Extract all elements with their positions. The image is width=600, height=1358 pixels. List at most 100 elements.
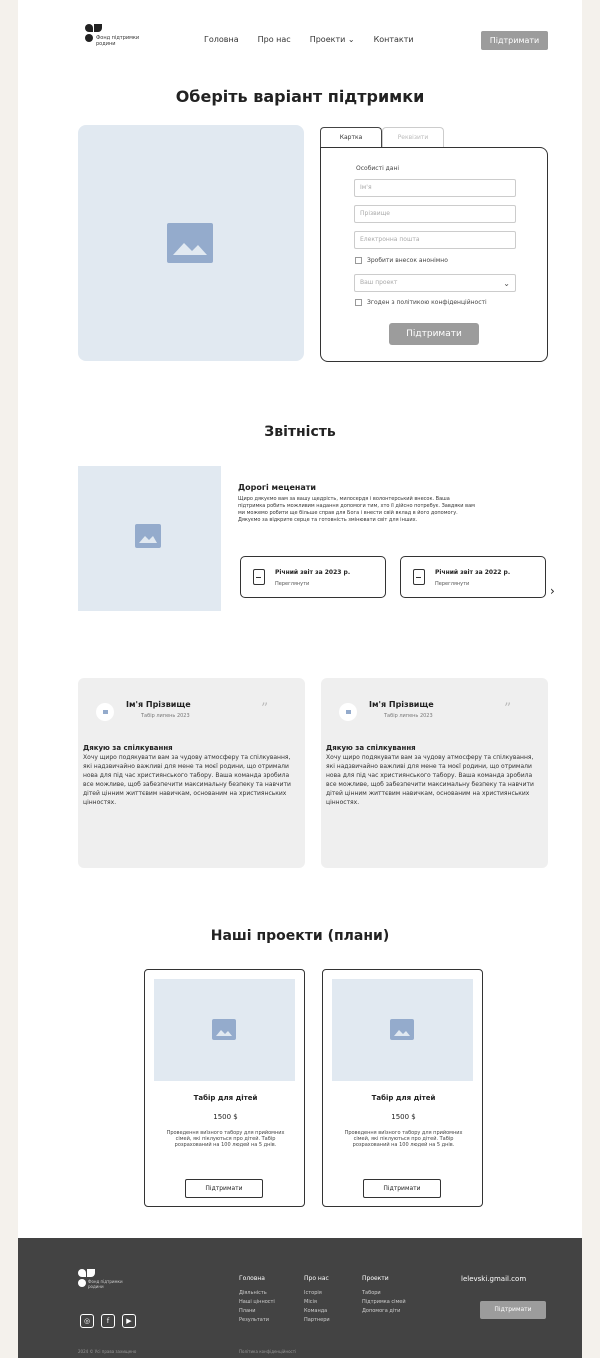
review-card: Ім'я Прізвище Табір липень 2023 ” Дякую … bbox=[321, 678, 548, 868]
privacy-label: Згоден з політикою конфіденційності bbox=[367, 299, 487, 306]
image-placeholder bbox=[78, 125, 304, 361]
footer-link[interactable]: Наші цінності bbox=[239, 1298, 275, 1307]
privacy-checkbox[interactable]: Згоден з політикою конфіденційності bbox=[355, 299, 487, 306]
submit-support-button[interactable]: Підтримати bbox=[389, 323, 479, 345]
footer-column-heading[interactable]: Проекти bbox=[362, 1275, 406, 1282]
logo-shape bbox=[87, 1269, 95, 1277]
main-nav: Головна Про нас Проекти ⌄ Контакти bbox=[204, 35, 414, 44]
footer: Фонд підтримки родини ◎ f ▶ Головна Діял… bbox=[18, 1238, 582, 1358]
project-select[interactable]: Ваш проект ⌄ bbox=[354, 274, 516, 292]
page: Фонд підтримки родини Головна Про нас Пр… bbox=[18, 0, 582, 1358]
quote-icon: ” bbox=[261, 701, 269, 717]
nav-home[interactable]: Головна bbox=[204, 35, 239, 44]
footer-logo-text: Фонд підтримки родини bbox=[88, 1279, 123, 1289]
nav-contacts[interactable]: Контакти bbox=[374, 35, 414, 44]
footer-column-projects: Проекти Табори Підтримка сімей Допомога … bbox=[362, 1275, 406, 1316]
image-icon bbox=[135, 524, 161, 548]
report-card-2023[interactable]: Річний звіт за 2023 р. Переглянути bbox=[240, 556, 386, 598]
image-placeholder bbox=[78, 466, 221, 611]
report-card-link[interactable]: Переглянути bbox=[275, 581, 309, 587]
project-card: Табір для дітей 1500 $ Проведення виїзно… bbox=[144, 969, 305, 1207]
personal-data-label: Особисті дані bbox=[356, 165, 400, 172]
project-title: Табір для дітей bbox=[193, 1094, 258, 1102]
privacy-policy-link[interactable]: Політика конфіденційності bbox=[239, 1349, 296, 1354]
chevron-down-icon: ⌄ bbox=[347, 35, 355, 44]
review-author: Ім'я Прізвище bbox=[369, 700, 434, 709]
footer-logo[interactable]: Фонд підтримки родини bbox=[78, 1269, 138, 1299]
logo-shape bbox=[85, 34, 93, 42]
review-heading: Дякую за спілкування bbox=[83, 744, 173, 752]
footer-column-main: Головна Діяльність Наші цінності Плани Р… bbox=[239, 1275, 275, 1325]
projects-title: Наші проекти (плани) bbox=[210, 928, 390, 944]
instagram-icon[interactable]: ◎ bbox=[80, 1314, 94, 1328]
footer-link[interactable]: Підтримка сімей bbox=[362, 1298, 406, 1307]
footer-email[interactable]: lelevski.gmail.com bbox=[461, 1275, 526, 1283]
project-price: 1500 $ bbox=[213, 1113, 238, 1121]
footer-link[interactable]: Партнери bbox=[304, 1316, 330, 1325]
copyright: 2024 © Усі права захищено bbox=[78, 1349, 137, 1354]
review-text: Хочу щиро подякувати вам за чудову атмос… bbox=[326, 754, 534, 806]
facebook-icon[interactable]: f bbox=[101, 1314, 115, 1328]
report-card-title: Річний звіт за 2023 р. bbox=[275, 569, 351, 576]
checkbox-box[interactable] bbox=[355, 299, 362, 306]
report-card-2022[interactable]: Річний звіт за 2022 р. Переглянути bbox=[400, 556, 546, 598]
footer-link[interactable]: Плани bbox=[239, 1307, 275, 1316]
anonymous-label: Зробити внесок анонімно bbox=[367, 257, 448, 264]
footer-link[interactable]: Допомога діти bbox=[362, 1307, 406, 1316]
logo-shape bbox=[78, 1279, 86, 1287]
email-field[interactable]: Електронна пошта bbox=[354, 231, 516, 249]
image-placeholder bbox=[332, 979, 473, 1081]
reports-title: Звітність bbox=[264, 424, 336, 440]
footer-column-about: Про нас Історія Місія Команда Партнери bbox=[304, 1275, 330, 1325]
project-support-button[interactable]: Підтримати bbox=[185, 1179, 263, 1198]
footer-column-heading[interactable]: Про нас bbox=[304, 1275, 330, 1282]
logo-shape bbox=[85, 24, 93, 32]
checkbox-box[interactable] bbox=[355, 257, 362, 264]
footer-link[interactable]: Команда bbox=[304, 1307, 330, 1316]
nav-about[interactable]: Про нас bbox=[258, 35, 291, 44]
reports-heading: Дорогі меценати bbox=[238, 483, 317, 492]
footer-link[interactable]: Історія bbox=[304, 1289, 330, 1298]
image-icon bbox=[167, 223, 213, 263]
select-value: Ваш проект bbox=[360, 279, 398, 286]
report-card-link[interactable]: Переглянути bbox=[435, 581, 469, 587]
logo-shape bbox=[78, 1269, 86, 1277]
project-support-button[interactable]: Підтримати bbox=[363, 1179, 441, 1198]
nav-projects[interactable]: Проекти ⌄ bbox=[310, 35, 355, 44]
header: Фонд підтримки родини Головна Про нас Пр… bbox=[18, 0, 582, 80]
first-name-field[interactable]: Ім'я bbox=[354, 179, 516, 197]
review-card: Ім'я Прізвище Табір липень 2023 ” Дякую … bbox=[78, 678, 305, 868]
logo[interactable]: Фонд підтримки родини bbox=[85, 24, 145, 58]
clipboard-icon bbox=[253, 569, 265, 585]
support-form: Особисті дані Ім'я Прізвище Електронна п… bbox=[320, 147, 548, 362]
footer-link[interactable]: Місія bbox=[304, 1298, 330, 1307]
footer-support-button[interactable]: Підтримати bbox=[480, 1301, 546, 1319]
review-text: Хочу щиро подякувати вам за чудову атмос… bbox=[83, 754, 291, 806]
avatar bbox=[96, 703, 114, 721]
quote-icon: ” bbox=[504, 701, 512, 717]
review-date: Табір липень 2023 bbox=[141, 713, 190, 719]
project-title: Табір для дітей bbox=[371, 1094, 436, 1102]
footer-link[interactable]: Результати bbox=[239, 1316, 275, 1325]
header-support-button[interactable]: Підтримати bbox=[481, 31, 548, 50]
youtube-icon[interactable]: ▶ bbox=[122, 1314, 136, 1328]
image-icon bbox=[212, 1019, 236, 1040]
review-heading: Дякую за спілкування bbox=[326, 744, 416, 752]
chevron-right-icon[interactable]: › bbox=[550, 584, 555, 598]
footer-link[interactable]: Діяльність bbox=[239, 1289, 275, 1298]
project-price: 1500 $ bbox=[391, 1113, 416, 1121]
logo-text: Фонд підтримки родини bbox=[96, 35, 140, 47]
nav-projects-label: Проекти bbox=[309, 35, 346, 44]
footer-link[interactable]: Табори bbox=[362, 1289, 406, 1298]
reports-text: Щиро дякуємо вам за вашу щедрість, милос… bbox=[238, 496, 475, 523]
anonymous-checkbox[interactable]: Зробити внесок анонімно bbox=[355, 257, 448, 264]
last-name-field[interactable]: Прізвище bbox=[354, 205, 516, 223]
report-card-title: Річний звіт за 2022 р. bbox=[435, 569, 511, 576]
avatar bbox=[339, 703, 357, 721]
payment-tabs: Картка Реквізити bbox=[320, 127, 444, 149]
image-placeholder bbox=[154, 979, 295, 1081]
tab-card[interactable]: Картка bbox=[320, 127, 382, 149]
project-description: Проведення виїзного табору для прийомних… bbox=[344, 1130, 463, 1148]
tab-requisites[interactable]: Реквізити bbox=[382, 127, 444, 149]
footer-column-heading[interactable]: Головна bbox=[239, 1275, 275, 1282]
